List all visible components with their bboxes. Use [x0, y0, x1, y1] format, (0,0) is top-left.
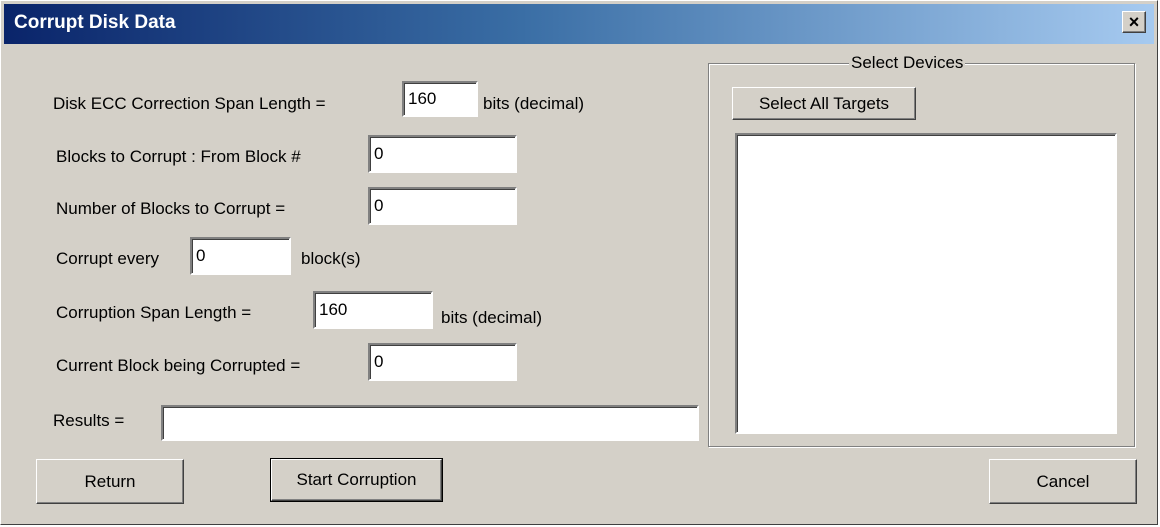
cancel-button[interactable]: Cancel — [989, 459, 1137, 504]
corrupt-every-input[interactable] — [190, 237, 291, 275]
num-blocks-label: Number of Blocks to Corrupt = — [56, 199, 286, 218]
select-devices-title: Select Devices — [849, 53, 966, 73]
corruption-span-label: Corruption Span Length = — [56, 303, 252, 322]
current-block-label: Current Block being Corrupted = — [56, 356, 301, 375]
corruption-span-unit: bits (decimal) — [441, 308, 543, 327]
return-button[interactable]: Return — [36, 459, 184, 504]
close-button[interactable]: × — [1122, 11, 1146, 33]
select-all-targets-button[interactable]: Select All Targets — [732, 87, 916, 120]
ecc-span-label: Disk ECC Correction Span Length = — [53, 94, 326, 113]
start-corruption-button[interactable]: Start Corruption — [270, 458, 443, 502]
num-blocks-input[interactable] — [368, 187, 517, 225]
results-label: Results = — [53, 411, 125, 430]
from-block-label: Blocks to Corrupt : From Block # — [56, 147, 301, 166]
from-block-input[interactable] — [368, 135, 517, 173]
device-list[interactable] — [735, 133, 1117, 434]
close-icon: × — [1128, 12, 1140, 32]
window-title: Corrupt Disk Data — [14, 12, 176, 33]
title-bar[interactable]: Corrupt Disk Data × — [4, 4, 1154, 44]
ecc-span-input[interactable] — [402, 81, 478, 117]
corrupt-disk-dialog: Corrupt Disk Data × Disk ECC Correction … — [0, 0, 1158, 525]
corrupt-every-label: Corrupt every — [56, 249, 159, 268]
results-field[interactable] — [161, 405, 699, 441]
current-block-input[interactable] — [368, 343, 517, 381]
ecc-span-unit: bits (decimal) — [483, 94, 585, 113]
corruption-span-input[interactable] — [313, 291, 433, 329]
corrupt-every-unit: block(s) — [301, 249, 361, 268]
